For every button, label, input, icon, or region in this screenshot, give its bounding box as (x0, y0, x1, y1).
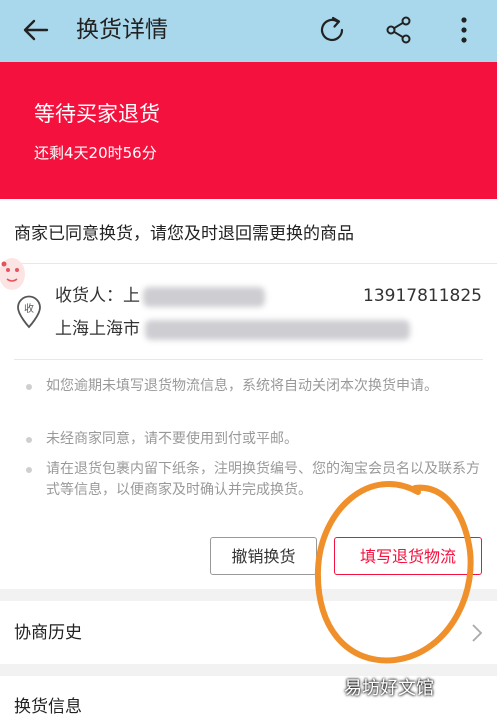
countdown-text: 还剩4天20时56分 (34, 144, 157, 162)
refresh-icon[interactable] (316, 14, 348, 46)
chevron-right-icon (472, 624, 483, 642)
redacted-address (145, 320, 410, 340)
bullet-icon (26, 467, 32, 473)
tip-text: 如您逾期未填写退货物流信息，系统将自动关闭本次换货申请。 (46, 378, 438, 394)
status-heading: 等待买家退货 (34, 102, 160, 126)
cancel-exchange-button[interactable]: 撤销换货 (210, 537, 317, 575)
receiver-name: 收货人：上 (55, 286, 140, 306)
tip-text: 未经商家同意，请不要使用到付或平邮。 (46, 431, 298, 447)
more-icon[interactable] (452, 14, 476, 46)
exchange-info-label: 换货信息 (14, 697, 82, 717)
merchant-notice: 商家已同意换货，请您及时退回需更换的商品 (14, 224, 354, 244)
address-icon-label: 收 (24, 302, 34, 315)
exchange-card: 商家已同意换货，请您及时退回需更换的商品 收 收货人：上 13917811825… (0, 199, 497, 589)
receiver-address: 上海上海市 (55, 319, 140, 339)
history-label: 协商历史 (14, 623, 82, 643)
receiver-phone: 13917811825 (363, 286, 482, 306)
divider (14, 263, 497, 264)
watermark-text: 易坊好文馆 (344, 678, 434, 699)
location-pin-icon: 收 (17, 295, 41, 329)
bullet-icon (26, 437, 32, 443)
redacted-receiver (143, 287, 265, 307)
tip-item: 未经商家同意，请不要使用到付或平邮。 (26, 429, 486, 450)
app-bar: 换货详情 (0, 0, 497, 62)
divider (14, 359, 483, 360)
bullet-icon (26, 384, 32, 390)
share-icon[interactable] (383, 14, 415, 46)
back-arrow-icon[interactable] (22, 16, 50, 44)
fill-logistics-button[interactable]: 填写退货物流 (334, 537, 482, 575)
tip-item: 如您逾期未填写退货物流信息，系统将自动关闭本次换货申请。 (26, 376, 486, 397)
page-title: 换货详情 (76, 17, 168, 43)
tip-item: 请在退货包裹内留下纸条，注明换货编号、您的淘宝会员名以及联系方式等信息，以便商家… (26, 459, 486, 501)
negotiation-history-row[interactable]: 协商历史 (0, 601, 497, 664)
status-banner: 等待买家退货 还剩4天20时56分 (0, 62, 497, 199)
tip-text: 请在退货包裹内留下纸条，注明换货编号、您的淘宝会员名以及联系方式等信息，以便商家… (46, 461, 480, 498)
sticker-icon (0, 258, 25, 290)
